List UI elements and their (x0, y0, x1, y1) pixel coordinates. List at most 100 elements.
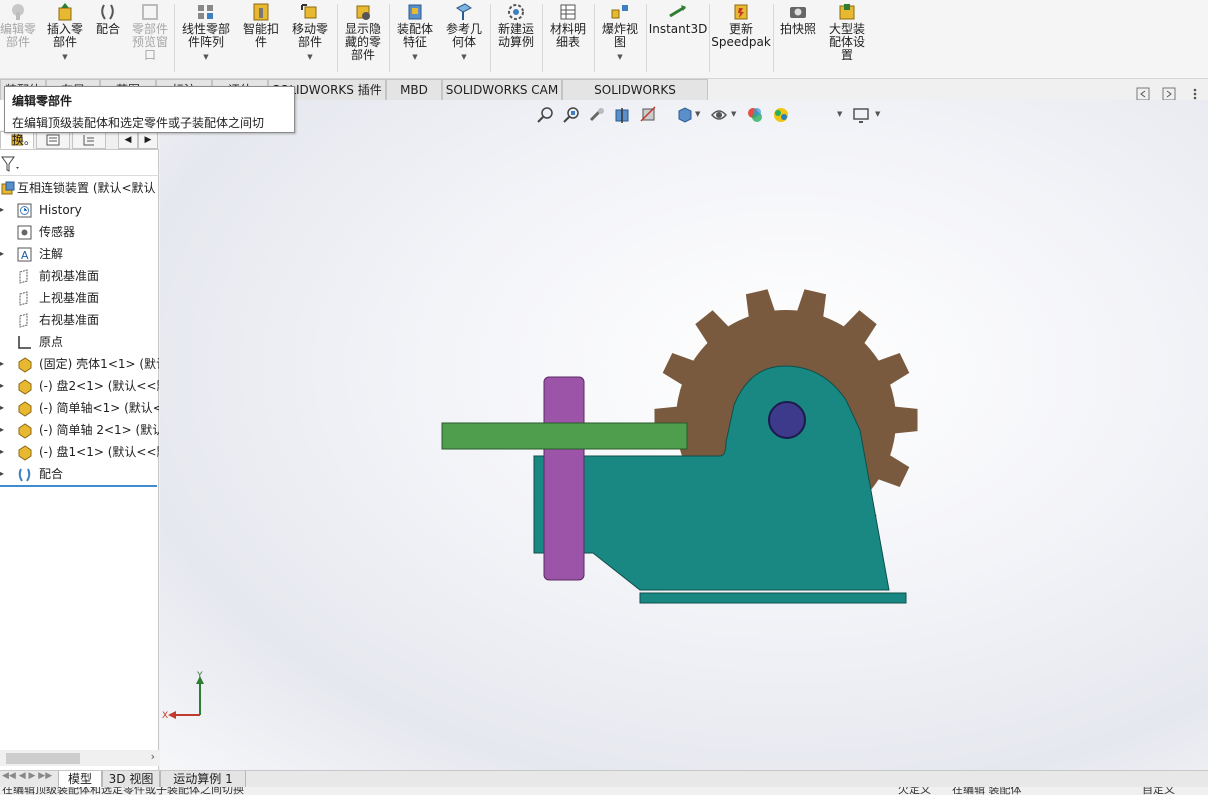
display-style-icon[interactable] (709, 105, 729, 125)
component-preview-label: 零部件 预览窗 口 (131, 22, 168, 62)
expand-arrow-icon[interactable]: ▸ (0, 199, 8, 221)
triad-x-label: X (162, 711, 168, 721)
tab-model[interactable]: 模型 (58, 771, 102, 788)
vertical-shaft[interactable] (543, 376, 585, 581)
tooltip: 编辑零部件 在编辑顶级装配体和选定零件或子装配体之间切换。 (4, 86, 295, 147)
reference-geometry-button[interactable]: 参考几 何体 ▼ (442, 2, 486, 74)
panel-options-icon[interactable] (1188, 87, 1202, 101)
large-assembly-icon (839, 4, 855, 20)
tree-item[interactable]: ▸ 配合 (0, 463, 159, 485)
tree-item[interactable]: 前视基准面 (0, 265, 159, 287)
reference-geometry-label: 参考几 何体 (445, 22, 482, 49)
insert-component-button[interactable]: 插入零 部件 ▼ (44, 2, 86, 74)
tab-solidworks-cam[interactable]: SOLIDWORKS CAM (442, 79, 562, 100)
show-hidden-button[interactable]: 显示隐 藏的零 部件 (341, 2, 385, 74)
mate-icon (101, 4, 114, 20)
edit-component-button[interactable]: 编辑零 部件 (0, 2, 36, 74)
chevron-down-icon[interactable]: ▼ (837, 110, 842, 118)
smart-fasteners-button[interactable]: 智能扣 件 (240, 2, 282, 74)
tree-item[interactable]: 传感器 (0, 221, 159, 243)
view-settings-icon[interactable] (851, 105, 871, 125)
plane-icon (19, 291, 28, 306)
edit-appearance-icon[interactable] (771, 105, 791, 125)
tree-item[interactable]: ▸ A 注解 (0, 243, 159, 265)
mate-button[interactable]: 配合 (92, 2, 124, 74)
chevron-down-icon[interactable]: ▼ (412, 51, 417, 64)
linear-pattern-button[interactable]: 线性零部 件阵列 ▼ (178, 2, 234, 74)
assembly-model[interactable] (160, 100, 1208, 770)
chevron-down-icon[interactable]: ▼ (203, 51, 208, 64)
horizontal-scrollbar[interactable]: › (0, 750, 159, 766)
view-orientation-icon[interactable] (675, 105, 695, 125)
scroll-right-icon[interactable]: › (151, 750, 155, 763)
expand-arrow-icon[interactable]: ▸ (0, 243, 8, 265)
chevron-down-icon[interactable]: ▼ (875, 110, 880, 118)
ribbon-separator (773, 4, 774, 72)
tree-item[interactable]: ▸ History (0, 199, 159, 221)
tree-root-label: 互相连锁装置 (默认<默认 (17, 181, 156, 195)
tree-item[interactable]: 原点 (0, 331, 159, 353)
expand-arrow-icon[interactable]: ▸ (0, 419, 8, 441)
previous-view-icon[interactable] (1136, 87, 1150, 101)
gear-pin[interactable] (768, 401, 806, 439)
exploded-view-label: 爆炸视 图 (601, 22, 638, 49)
bill-of-materials-button[interactable]: 材料明 细表 (545, 2, 591, 74)
tree-item[interactable]: ▸ (-) 盘2<1> (默认<<默 (0, 375, 159, 397)
tab-motion-study[interactable]: 运动算例 1 (160, 771, 246, 788)
expand-arrow-icon[interactable]: ▸ (0, 353, 8, 375)
chevron-down-icon[interactable]: ▼ (731, 110, 736, 118)
expand-arrow-icon[interactable]: ▸ (0, 463, 8, 485)
horizontal-disc[interactable] (441, 422, 688, 450)
status-units: 自定义 (1142, 787, 1175, 795)
tooltip-title: 编辑零部件 (12, 94, 73, 108)
next-view-icon[interactable] (1162, 87, 1176, 101)
new-motion-study-button[interactable]: 新建运 动算例 (493, 2, 539, 74)
large-assembly-settings-button[interactable]: 大型装 配体设 置 (824, 2, 870, 74)
component-preview-button[interactable]: 零部件 预览窗 口 (128, 2, 172, 74)
chevron-down-icon[interactable]: ▼ (62, 51, 67, 64)
expand-arrow-icon[interactable]: ▸ (0, 397, 8, 419)
tree-item[interactable]: ▸ (固定) 壳体1<1> (默认 (0, 353, 159, 375)
dynamic-annotation-icon[interactable] (639, 105, 659, 125)
zoom-to-area-icon[interactable] (561, 105, 581, 125)
tab-scroll-first-icon[interactable]: ◀◀ ◀ ▶ ▶▶ (2, 771, 52, 781)
instant3d-button[interactable]: Instant3D (649, 2, 707, 74)
tab-mbd[interactable]: MBD (386, 79, 442, 100)
expand-arrow-icon[interactable]: ▸ (0, 441, 8, 463)
tree-item[interactable]: 右视基准面 (0, 309, 159, 331)
tree-item[interactable]: ▸ (-) 简单轴<1> (默认< (0, 397, 159, 419)
tree-item-label: (-) 盘2<1> (默认<<默 (39, 379, 159, 393)
tree-filter[interactable] (0, 152, 159, 176)
history-icon (17, 203, 32, 218)
tab-solidworks-inspection[interactable]: SOLIDWORKS Inspection (562, 79, 708, 117)
chevron-down-icon[interactable]: ▼ (461, 51, 466, 64)
assembly-features-button[interactable]: 装配体 特征 ▼ (393, 2, 437, 74)
move-component-button[interactable]: 移动零 部件 ▼ (288, 2, 332, 74)
snapshot-button[interactable]: 拍快照 (776, 2, 820, 74)
tree-root-assembly[interactable]: 互相连锁装置 (默认<默认 (0, 177, 159, 199)
expand-arrow-icon[interactable]: ▸ (0, 375, 8, 397)
chevron-down-icon[interactable]: ▼ (695, 110, 700, 118)
section-view-icon[interactable] (613, 105, 633, 125)
housing-base-plate[interactable] (639, 592, 907, 604)
chevron-down-icon[interactable]: ▼ (617, 51, 622, 64)
previous-view-icon[interactable] (587, 105, 607, 125)
filter-icon[interactable] (0, 155, 22, 175)
update-speedpak-button[interactable]: 更新 Speedpak (711, 2, 771, 74)
scrollbar-thumb[interactable] (6, 753, 80, 764)
zoom-to-fit-icon[interactable] (535, 105, 555, 125)
tree-item-label: 右视基准面 (39, 313, 100, 327)
show-hidden-label: 显示隐 藏的零 部件 (344, 22, 381, 62)
tab-3d-view[interactable]: 3D 视图 (102, 771, 160, 788)
annotation-icon: A (17, 247, 32, 262)
chevron-down-icon[interactable]: ▼ (307, 51, 312, 64)
tree-item[interactable]: ▸ (-) 盘1<1> (默认<<默 (0, 441, 159, 463)
large-assembly-settings-label: 大型装 配体设 置 (828, 22, 865, 62)
hide-show-items-icon[interactable] (745, 105, 765, 125)
gear-tooth (885, 405, 918, 435)
sensor-icon (17, 225, 32, 240)
exploded-view-button[interactable]: 爆炸视 图 ▼ (597, 2, 643, 74)
graphics-area[interactable]: Y X (160, 100, 1208, 770)
tree-item[interactable]: ▸ (-) 简单轴 2<1> (默认 (0, 419, 159, 441)
tree-item[interactable]: 上视基准面 (0, 287, 159, 309)
